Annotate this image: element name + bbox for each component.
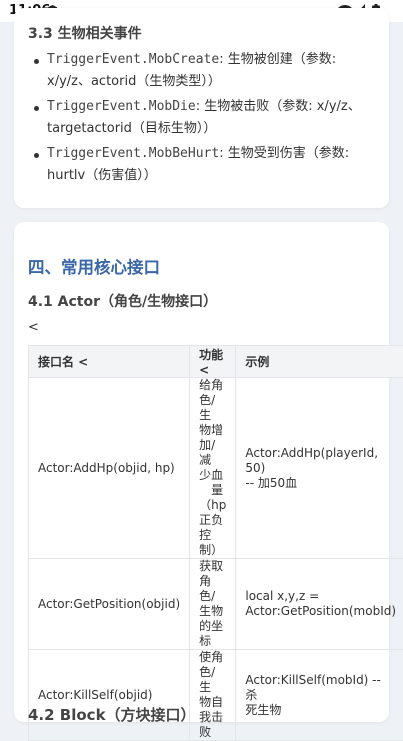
bullet-dot — [34, 153, 39, 158]
actor-api-table: 接口名 < 功能 < 示例 Actor:AddHp(objid, hp) 给角 … — [28, 345, 403, 741]
api-example-cell: Actor:AddHp(playerId, 50) -- 加50血 — [236, 378, 403, 559]
section-4-heading: 四、常用核心接口 — [28, 254, 160, 278]
func-line: 控 — [199, 528, 211, 542]
func-line: 少血 — [199, 468, 223, 482]
func-line: 色/生 — [199, 393, 215, 422]
section-3-3-heading: 3.3 生物相关事件 — [28, 23, 142, 43]
stray-text: < — [28, 320, 39, 335]
event-code: TriggerEvent.MobDie — [47, 99, 196, 114]
event-desc: : 生物受到伤害（参数: — [219, 146, 349, 161]
func-line: 败 — [199, 725, 211, 739]
list-item-mob-die: TriggerEvent.MobDie: 生物被击败（参数: x/y/z、 ta… — [47, 96, 367, 140]
section-4-1-heading: 4.1 Actor（角色/生物接口） — [28, 291, 217, 311]
table-row: Actor:KillSelf(objid) 使角 色/生 物自 我击 败 Act… — [29, 650, 403, 741]
api-name-cell: Actor:AddHp(objid, hp) — [29, 378, 190, 559]
example-line: -- 加50血 — [245, 476, 297, 490]
event-params: hurtlv（伤害值）） — [47, 168, 157, 183]
func-line: 获取 — [199, 559, 223, 573]
event-params: targetactorid（目标生物）） — [47, 121, 216, 136]
example-line: Actor:KillSelf(mobId) -- 杀 — [245, 673, 380, 702]
func-line: 加/减 — [199, 438, 215, 467]
api-example-cell: Actor:KillSelf(mobId) -- 杀 死生物 — [236, 650, 403, 741]
column-header-function[interactable]: 功能 < — [190, 346, 236, 378]
api-name-cell: Actor:KillSelf(objid) — [29, 650, 190, 741]
bullet-dot — [34, 106, 39, 111]
func-line: 物增 — [199, 423, 223, 437]
event-code: TriggerEvent.MobCreate — [47, 52, 219, 67]
func-line: 生物 — [199, 604, 223, 618]
table-header-row: 接口名 < 功能 < 示例 — [29, 346, 403, 378]
list-item-mob-be-hurt: TriggerEvent.MobBeHurt: 生物受到伤害（参数: hurtl… — [47, 143, 367, 187]
example-line: 死生物 — [245, 703, 281, 717]
func-line: 我击 — [199, 710, 223, 724]
func-line: 制） — [199, 543, 223, 557]
api-function-cell: 给角 色/生 物增 加/减 少血 量 （hp 正负 控 制） — [190, 378, 236, 559]
api-function-cell: 使角 色/生 物自 我击 败 — [190, 650, 236, 741]
event-code: TriggerEvent.MobBeHurt — [47, 146, 219, 161]
bullet-dot — [34, 59, 39, 64]
api-example-cell: local x,y,z = Actor:GetPosition(mobId) — [236, 559, 403, 650]
func-line: 正负 — [199, 513, 223, 527]
table-row: Actor:GetPosition(objid) 获取 角色/ 生物 的坐 标 … — [29, 559, 403, 650]
event-desc: : 生物被创建（参数: — [219, 52, 336, 67]
section-4-2-heading: 4.2 Block（方块接口） — [28, 704, 196, 725]
api-function-cell: 获取 角色/ 生物 的坐 标 — [190, 559, 236, 650]
table-row: Actor:AddHp(objid, hp) 给角 色/生 物增 加/减 少血 … — [29, 378, 403, 559]
func-line: 标 — [199, 634, 211, 648]
func-line: （hp — [199, 498, 226, 512]
api-name-cell: Actor:GetPosition(objid) — [29, 559, 190, 650]
func-line: 量 — [199, 483, 223, 497]
example-line: Actor:AddHp(playerId, 50) — [245, 446, 378, 475]
func-line: 使角 — [199, 650, 223, 664]
func-line: 物自 — [199, 695, 223, 709]
func-line: 色/生 — [199, 665, 215, 694]
func-line: 角色/ — [199, 574, 215, 603]
example-line: Actor:GetPosition(mobId) — [245, 604, 396, 618]
func-line: 的坐 — [199, 619, 223, 633]
column-header-example: 示例 — [236, 346, 403, 378]
event-desc: : 生物被击败（参数: x/y/z、 — [196, 99, 361, 114]
column-header-name[interactable]: 接口名 < — [29, 346, 190, 378]
list-item-mob-create: TriggerEvent.MobCreate: 生物被创建（参数: x/y/z、… — [47, 49, 367, 93]
example-line: local x,y,z = — [245, 589, 319, 603]
func-line: 给角 — [199, 378, 223, 392]
event-params: x/y/z、actorid（生物类型）） — [47, 74, 221, 89]
